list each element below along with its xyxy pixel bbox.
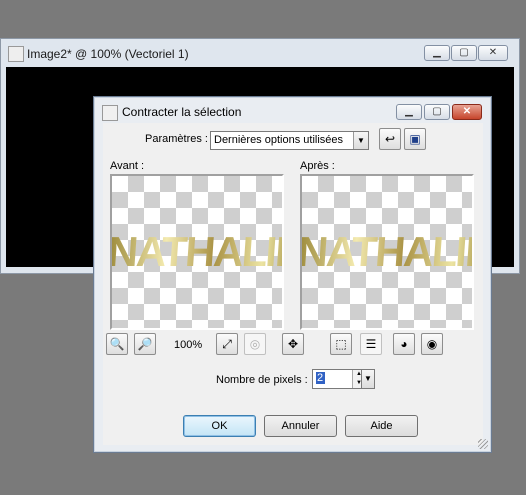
params-label: Paramètres : [145, 133, 208, 145]
reset-arrow-icon[interactable]: ↩ [379, 128, 401, 150]
dialog-titlebar[interactable]: Contracter la sélection ▁ ▢ ✕ [94, 97, 491, 123]
magnifier-minus-icon[interactable]: 🔍 [106, 333, 128, 355]
pixels-value[interactable]: 2 [316, 372, 325, 384]
pixels-dropdown-icon[interactable]: ▼ [361, 369, 375, 389]
dialog-app-icon [102, 105, 118, 121]
zoom-level: 100% [174, 339, 203, 351]
after-preview[interactable]: NATHALIE [300, 174, 474, 330]
help-button[interactable]: Aide [345, 415, 418, 437]
minimize-button[interactable]: ▁ [424, 45, 450, 61]
resize-grip[interactable] [478, 439, 488, 449]
pixels-label: Nombre de pixels : [216, 374, 308, 386]
magnifier-plus-icon[interactable]: 🔎 [134, 333, 156, 355]
preview-panel-icon[interactable]: ☰ [360, 333, 382, 355]
image-window-titlebar[interactable]: Image2* @ 100% (Vectoriel 1) ▁ ▢ ✕ [3, 41, 517, 63]
move-icon[interactable]: ✥ [282, 333, 304, 355]
dialog-minimize-button[interactable]: ▁ [396, 104, 422, 120]
cancel-button[interactable]: Annuler [264, 415, 337, 437]
eye-check-icon[interactable]: ◕ [393, 333, 415, 355]
dialog-close-button[interactable]: ✕ [452, 104, 482, 120]
app-icon [8, 46, 24, 62]
pixels-spinbox[interactable]: 2 ▲ ▼ [312, 369, 366, 389]
marquee-icon[interactable]: ⬚ [330, 333, 352, 355]
zoom-disabled-icon: ◎ [244, 333, 266, 355]
image-window-title: Image2* @ 100% (Vectoriel 1) [27, 47, 189, 61]
ok-button[interactable]: OK [183, 415, 256, 437]
floppy-disk-icon[interactable]: ▣ [404, 128, 426, 150]
contract-selection-dialog: Contracter la sélection ▁ ▢ ✕ Paramètres… [93, 96, 492, 453]
chevron-down-icon[interactable]: ▼ [353, 132, 368, 149]
dialog-title: Contracter la sélection [122, 105, 242, 119]
dialog-body: Paramètres : Dernières options utilisées… [103, 123, 483, 445]
maximize-button[interactable]: ▢ [451, 45, 477, 61]
before-label: Avant : [110, 160, 145, 172]
before-preview[interactable]: NATHALIE [110, 174, 284, 330]
dialog-maximize-button[interactable]: ▢ [424, 104, 450, 120]
preview-artwork-text: NATHALIE [302, 228, 472, 276]
preview-artwork-text: NATHALIE [112, 228, 282, 276]
fit-window-icon[interactable]: ⤢ [216, 333, 238, 355]
after-label: Après : [300, 160, 335, 172]
eye-icon[interactable]: ◉ [421, 333, 443, 355]
preset-value: Dernières options utilisées [214, 134, 344, 146]
close-button[interactable]: ✕ [478, 45, 508, 61]
preset-combobox[interactable]: Dernières options utilisées ▼ [210, 131, 369, 150]
